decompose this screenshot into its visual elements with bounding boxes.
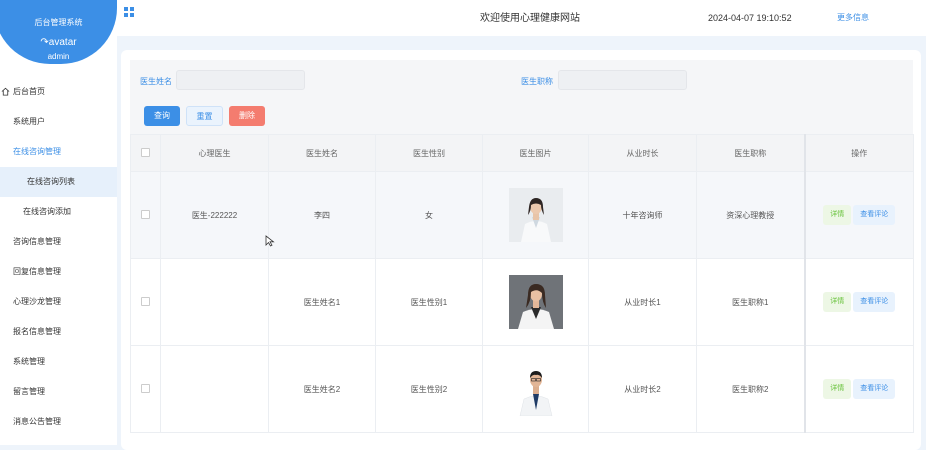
site-title: 欢迎使用心理健康网站 <box>480 13 580 24</box>
title-cell: 医生职称1 <box>696 258 805 346</box>
sidebar-item[interactable]: 在线咨询添加 <box>0 197 117 227</box>
doctor-photo <box>508 188 563 242</box>
doctor-table: 心理医生 医生姓名 医生性别 医生图片 从业时长 医生职称 操作 医生-2222… <box>130 134 914 433</box>
system-name: 后台管理系统 <box>34 18 83 27</box>
sidebar-item[interactable]: 报名信息管理 <box>0 317 117 347</box>
top-bar: 欢迎使用心理健康网站 2024-04-07 19:10:52 更多信息 <box>117 0 926 36</box>
sidebar-item-label: 消息公告管理 <box>13 417 61 426</box>
row-checkbox[interactable] <box>141 296 150 306</box>
home-icon <box>1 87 10 96</box>
more-info-link[interactable]: 更多信息 <box>837 12 869 23</box>
sidebar-item[interactable]: 咨询信息管理 <box>0 227 117 257</box>
actions-cell: 详情 查看评论 <box>803 345 914 433</box>
detail-button[interactable]: 详情 <box>823 292 852 312</box>
actions-cell: 详情 查看评论 <box>803 258 914 346</box>
doctor-name-input[interactable] <box>176 70 305 90</box>
column-header: 医生姓名 <box>268 134 376 172</box>
column-header: 操作 <box>803 134 914 172</box>
sidebar-item-label: 系统用户 <box>13 117 45 126</box>
reset-button[interactable]: 重置 <box>186 106 223 126</box>
sidebar-item-label: 后台首页 <box>13 87 45 96</box>
sidebar-item[interactable]: 回复信息管理 <box>0 257 117 287</box>
mouse-cursor-icon <box>265 235 275 247</box>
sidebar-item-label: 在线咨询列表 <box>27 177 75 186</box>
column-header: 医生图片 <box>482 134 589 172</box>
sidebar-item[interactable]: 消息公告管理 <box>0 407 117 437</box>
select-all-checkbox[interactable] <box>141 147 150 157</box>
doctor-title-input[interactable] <box>558 70 687 90</box>
sidebar-item-label: 回复信息管理 <box>13 267 61 276</box>
doctor-photo <box>508 362 563 416</box>
view-reviews-button[interactable]: 查看评论 <box>853 205 896 225</box>
name-cell: 李四 <box>268 171 376 259</box>
photo-cell <box>482 258 589 346</box>
photo-cell <box>482 345 589 433</box>
row-select-cell[interactable] <box>130 345 161 433</box>
table-header: 心理医生 医生姓名 医生性别 医生图片 从业时长 医生职称 操作 <box>130 134 914 172</box>
gender-cell: 医生性别2 <box>375 345 483 433</box>
doctor-photo <box>508 275 563 329</box>
sidebar-item-label: 在线咨询管理 <box>13 147 61 156</box>
gender-cell: 女 <box>375 171 483 259</box>
column-header: 医生性别 <box>375 134 483 172</box>
doctor-cell <box>160 258 269 346</box>
broken-image-icon: ↷ <box>40 37 49 48</box>
username: admin <box>47 52 70 61</box>
sidebar-item-label: 在线咨询添加 <box>23 207 71 216</box>
table-row: 医生姓名2 医生性别2 从业时长2 医生职称2 详情 查看评论 <box>130 345 914 433</box>
name-cell: 医生姓名1 <box>268 258 376 346</box>
sidebar: 后台管理系统 ↷avatar admin 后台首页系统用户在线咨询管理在线咨询列… <box>0 0 117 445</box>
sidebar-item[interactable]: 心理沙龙管理 <box>0 287 117 317</box>
row-select-cell[interactable] <box>130 171 161 259</box>
menu-toggle-icon[interactable] <box>124 7 135 18</box>
table-row: 医生姓名1 医生性别1 从业时长1 医生职称1 详情 查看评论 <box>130 258 914 346</box>
sidebar-item-label: 咨询信息管理 <box>13 237 61 246</box>
sidebar-item-label: 报名信息管理 <box>13 327 61 336</box>
sidebar-item[interactable]: 留言管理 <box>0 377 117 407</box>
sidebar-item[interactable]: 资源管理 <box>0 437 117 445</box>
search-form: 医生姓名 医生职称 查询 重置 删除 <box>130 60 913 134</box>
detail-button[interactable]: 详情 <box>823 379 852 399</box>
select-all-cell[interactable] <box>130 134 161 172</box>
doctor-title-label: 医生职称 <box>521 77 553 86</box>
view-reviews-button[interactable]: 查看评论 <box>853 292 896 312</box>
years-cell: 从业时长1 <box>588 258 697 346</box>
years-cell: 十年咨询师 <box>588 171 697 259</box>
sidebar-item[interactable]: 在线咨询管理 <box>0 137 117 167</box>
sidebar-item[interactable]: 系统管理 <box>0 347 117 377</box>
doctor-name-label: 医生姓名 <box>140 77 172 86</box>
current-datetime: 2024-04-07 19:10:52 <box>708 13 792 23</box>
name-cell: 医生姓名2 <box>268 345 376 433</box>
detail-button[interactable]: 详情 <box>823 205 852 225</box>
sidebar-item-label: 留言管理 <box>13 387 45 396</box>
row-checkbox[interactable] <box>141 383 150 393</box>
table-row: 医生-222222 李四 女 十年咨询师 资深心理教授 详情 查看评论 <box>130 171 914 259</box>
delete-button[interactable]: 删除 <box>229 106 265 126</box>
sidebar-item[interactable]: 后台首页 <box>0 77 117 107</box>
gender-cell: 医生性别1 <box>375 258 483 346</box>
avatar-alt-text: avatar <box>48 37 77 48</box>
sidebar-item[interactable]: 系统用户 <box>0 107 117 137</box>
column-header: 医生职称 <box>696 134 805 172</box>
sidebar-item[interactable]: 在线咨询列表 <box>0 167 117 197</box>
title-cell: 资深心理教授 <box>696 171 805 259</box>
years-cell: 从业时长2 <box>588 345 697 433</box>
row-checkbox[interactable] <box>141 209 150 219</box>
sidebar-item-label: 系统管理 <box>13 357 45 366</box>
avatar[interactable]: ↷avatar <box>0 37 117 48</box>
photo-cell <box>482 171 589 259</box>
sidebar-menu: 后台首页系统用户在线咨询管理在线咨询列表在线咨询添加咨询信息管理 回复信息管理 心理… <box>0 77 117 445</box>
doctor-cell <box>160 345 269 433</box>
title-cell: 医生职称2 <box>696 345 805 433</box>
sidebar-item-label: 心理沙龙管理 <box>13 297 61 306</box>
query-button[interactable]: 查询 <box>144 106 180 126</box>
doctor-cell: 医生-222222 <box>160 171 269 259</box>
row-select-cell[interactable] <box>130 258 161 346</box>
column-header: 从业时长 <box>588 134 697 172</box>
actions-cell: 详情 查看评论 <box>803 171 914 259</box>
column-header: 心理医生 <box>160 134 269 172</box>
view-reviews-button[interactable]: 查看评论 <box>853 379 896 399</box>
